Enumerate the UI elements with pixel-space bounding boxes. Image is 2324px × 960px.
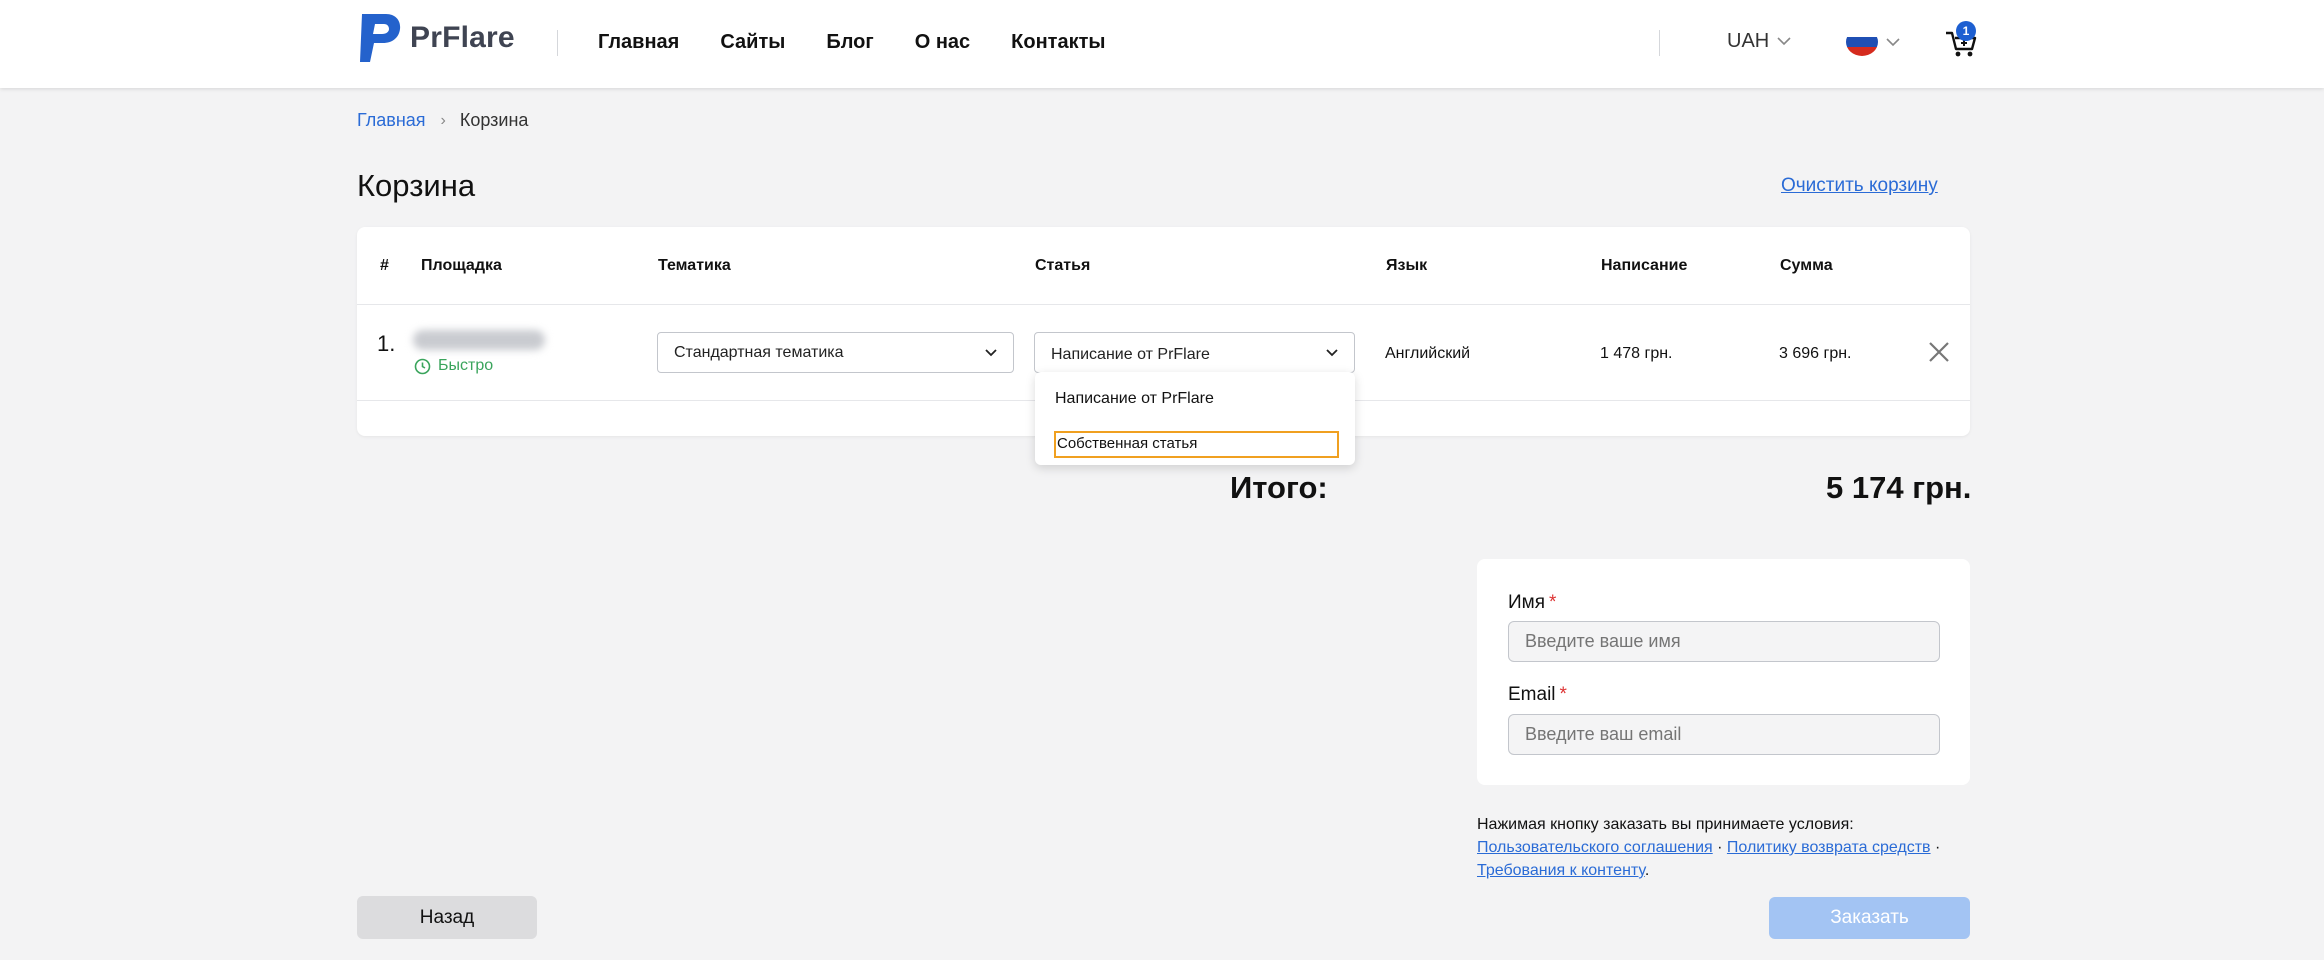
- speed-badge: Быстро: [414, 357, 493, 375]
- currency-selector[interactable]: UAH: [1727, 30, 1791, 53]
- nav-about[interactable]: О нас: [915, 31, 970, 54]
- email-input[interactable]: [1508, 714, 1940, 755]
- name-label-text: Имя: [1508, 592, 1546, 613]
- header-platform: Площадка: [421, 257, 502, 274]
- nav-blog[interactable]: Блог: [826, 31, 873, 54]
- clock-icon: [414, 358, 431, 374]
- user-agreement-link[interactable]: Пользовательского соглашения: [1477, 839, 1713, 856]
- sum-cell: 3 696 грн.: [1779, 345, 1852, 362]
- content-requirements-link[interactable]: Требования к контенту: [1477, 862, 1645, 879]
- logo[interactable]: PrFlare: [356, 12, 515, 64]
- back-button[interactable]: Назад: [357, 896, 537, 939]
- chevron-right-icon: ›: [440, 111, 446, 129]
- order-button[interactable]: Заказать: [1769, 897, 1970, 939]
- header-number: #: [380, 257, 389, 274]
- header-topic: Тематика: [658, 257, 731, 274]
- total-label: Итого:: [1230, 470, 1328, 505]
- required-mark: *: [1559, 684, 1567, 705]
- email-label-text: Email: [1508, 684, 1556, 705]
- article-dropdown-menu: Написание от PrFlare Собственная статья: [1035, 372, 1355, 465]
- topic-select-value: Стандартная тематика: [674, 343, 844, 361]
- required-mark: *: [1549, 592, 1557, 613]
- order-form: Имя* Email*: [1477, 559, 1970, 785]
- prflare-logo-icon: [360, 14, 401, 62]
- top-header: PrFlare Главная Сайты Блог О нас Контакт…: [0, 0, 2324, 88]
- chevron-down-icon: [1326, 348, 1338, 356]
- page-title: Корзина: [357, 168, 476, 203]
- cart-count-badge: 1: [1956, 21, 1976, 41]
- clear-cart-link[interactable]: Очистить корзину: [1781, 175, 1938, 197]
- nav-home[interactable]: Главная: [598, 31, 679, 54]
- currency-label: UAH: [1727, 30, 1770, 52]
- nav-sites[interactable]: Сайты: [720, 31, 785, 54]
- header-article: Статья: [1035, 257, 1091, 274]
- topic-select[interactable]: Стандартная тематика: [657, 332, 1014, 373]
- name-input[interactable]: [1508, 621, 1940, 662]
- nav-contacts[interactable]: Контакты: [1011, 31, 1105, 54]
- dropdown-option-own-article[interactable]: Собственная статья: [1054, 431, 1339, 458]
- language-selector[interactable]: [1846, 28, 1900, 56]
- article-select-value: Написание от PrFlare: [1051, 345, 1210, 363]
- speed-label: Быстро: [438, 357, 494, 374]
- dropdown-option-prflare[interactable]: Написание от PrFlare: [1055, 390, 1214, 408]
- terms-separator: ·: [1930, 839, 1941, 856]
- logo-text: PrFlare: [410, 21, 515, 54]
- breadcrumb-home-link[interactable]: Главная: [357, 110, 426, 131]
- chevron-down-icon: [1777, 37, 1791, 46]
- chevron-down-icon: [1886, 37, 1900, 46]
- header-divider: [1659, 30, 1660, 56]
- russian-flag-icon: [1846, 28, 1878, 56]
- email-label: Email *: [1508, 684, 1567, 706]
- terms-notice: Нажимая кнопку заказать вы принимаете ус…: [1477, 813, 1997, 882]
- total-value: 5 174 грн.: [1826, 470, 1972, 505]
- terms-end: .: [1644, 862, 1650, 879]
- main-nav: Главная Сайты Блог О нас Контакты: [598, 31, 1146, 54]
- remove-item-icon[interactable]: [1928, 341, 1950, 363]
- breadcrumb: Главная › Корзина: [357, 110, 528, 131]
- header-sum: Сумма: [1780, 257, 1833, 274]
- breadcrumb-current: Корзина: [459, 110, 529, 130]
- row-divider: [357, 304, 1970, 305]
- language-cell: Английский: [1385, 345, 1471, 362]
- site-name-blurred: [413, 330, 545, 350]
- name-label: Имя *: [1508, 592, 1556, 614]
- header-divider: [557, 30, 558, 56]
- header-writing: Написание: [1601, 257, 1688, 274]
- refund-policy-link[interactable]: Политику возврата средств: [1727, 839, 1931, 856]
- chevron-down-icon: [985, 348, 997, 356]
- terms-separator: ·: [1712, 839, 1727, 856]
- terms-intro: Нажимая кнопку заказать вы принимаете ус…: [1477, 816, 1854, 833]
- header-language: Язык: [1386, 257, 1428, 274]
- row-number: 1.: [377, 331, 396, 356]
- article-select[interactable]: Написание от PrFlare: [1034, 332, 1355, 373]
- writing-price-cell: 1 478 грн.: [1600, 345, 1673, 362]
